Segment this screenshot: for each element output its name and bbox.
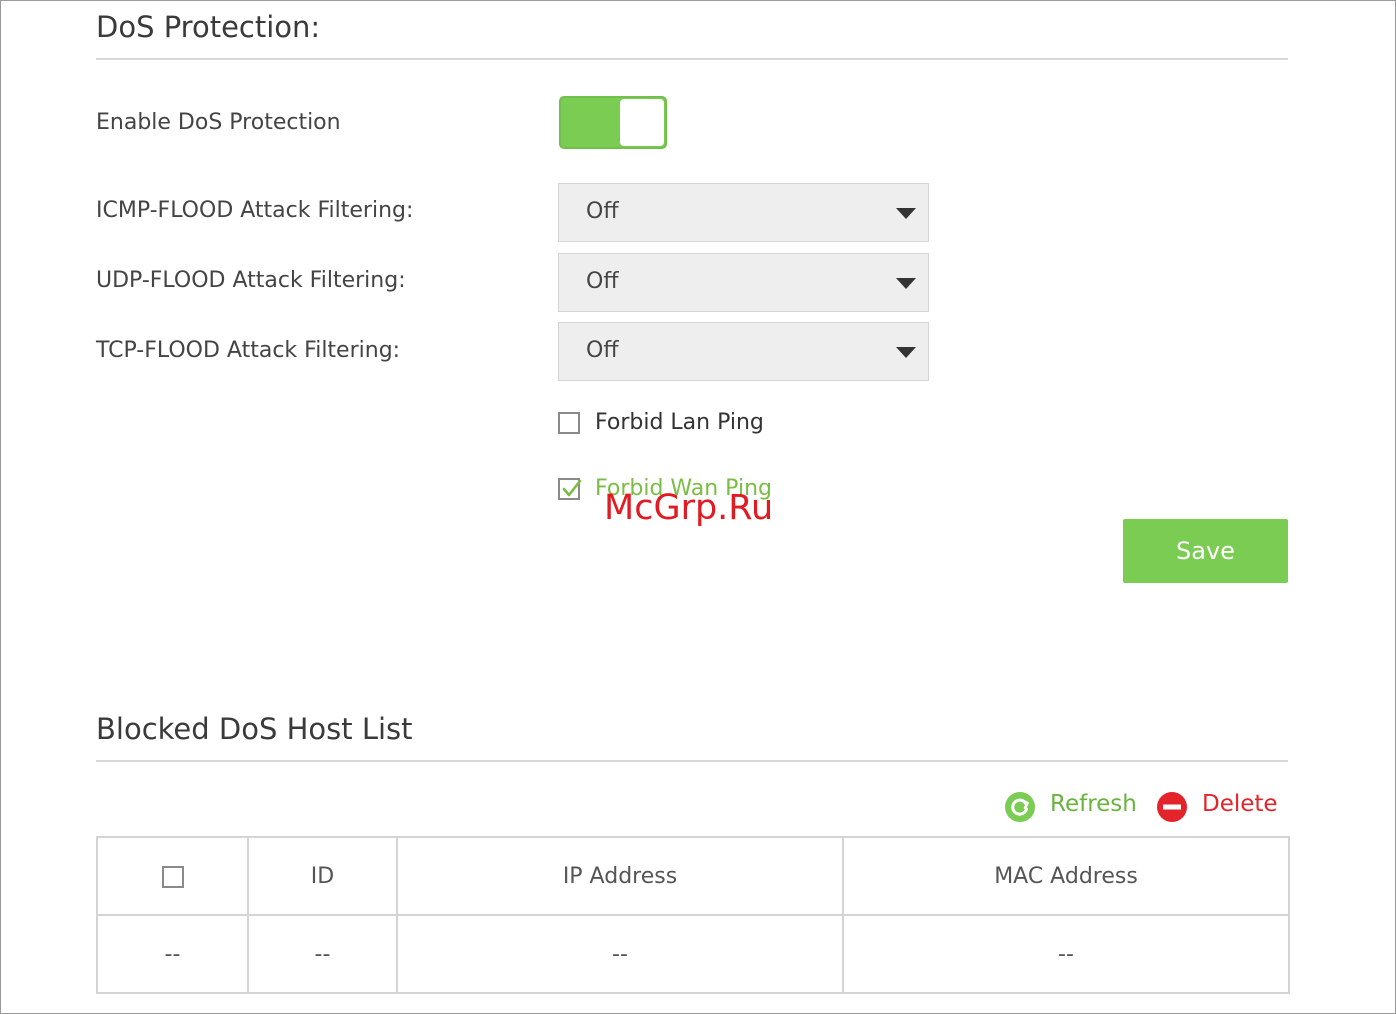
forbid-wan-ping-checkbox[interactable] xyxy=(558,478,582,500)
tcp-flood-label: TCP-FLOOD Attack Filtering: xyxy=(96,338,401,363)
row-ip-cell: -- xyxy=(396,914,844,994)
icmp-flood-label: ICMP-FLOOD Attack Filtering: xyxy=(96,198,414,223)
delete-label: Delete xyxy=(1202,791,1278,817)
toggle-knob xyxy=(620,99,664,146)
forbid-lan-ping-label: Forbid Lan Ping xyxy=(595,410,764,435)
row-mac-cell: -- xyxy=(842,914,1290,994)
column-header-mac-address: MAC Address xyxy=(842,836,1290,916)
blocked-hosts-table: ID IP Address MAC Address -- -- -- -- xyxy=(96,836,1290,994)
udp-flood-value: Off xyxy=(586,269,619,294)
blocked-title-divider xyxy=(96,760,1288,762)
refresh-circle-icon xyxy=(1005,792,1035,822)
tcp-flood-value: Off xyxy=(586,338,619,363)
udp-flood-select[interactable]: Off xyxy=(558,253,929,312)
enable-dos-toggle[interactable] xyxy=(559,96,667,149)
forbid-lan-ping-checkbox[interactable] xyxy=(558,412,580,434)
table-row: -- -- -- -- xyxy=(96,914,1290,994)
select-all-cell xyxy=(96,836,249,916)
save-button[interactable]: Save xyxy=(1123,519,1288,583)
icmp-flood-select[interactable]: Off xyxy=(558,183,929,242)
tcp-flood-select[interactable]: Off xyxy=(558,322,929,381)
column-header-ip-address: IP Address xyxy=(396,836,844,916)
triangle-down-icon xyxy=(896,278,916,289)
select-all-checkbox[interactable] xyxy=(161,865,184,888)
enable-dos-label: Enable DoS Protection xyxy=(96,110,341,135)
blocked-host-list-title: Blocked DoS Host List xyxy=(96,712,413,746)
refresh-label: Refresh xyxy=(1050,791,1137,817)
row-select-cell: -- xyxy=(96,914,249,994)
dos-protection-title: DoS Protection: xyxy=(96,10,321,44)
column-header-id: ID xyxy=(247,836,398,916)
table-header-row: ID IP Address MAC Address xyxy=(96,836,1290,916)
dos-title-divider xyxy=(96,58,1288,60)
watermark-text: McGrp.Ru xyxy=(604,488,774,528)
udp-flood-label: UDP-FLOOD Attack Filtering: xyxy=(96,268,406,293)
triangle-down-icon xyxy=(896,347,916,358)
row-id-cell: -- xyxy=(247,914,398,994)
checkmark-icon xyxy=(562,479,582,497)
minus-circle-icon xyxy=(1157,792,1187,822)
triangle-down-icon xyxy=(896,208,916,219)
icmp-flood-value: Off xyxy=(586,199,619,224)
